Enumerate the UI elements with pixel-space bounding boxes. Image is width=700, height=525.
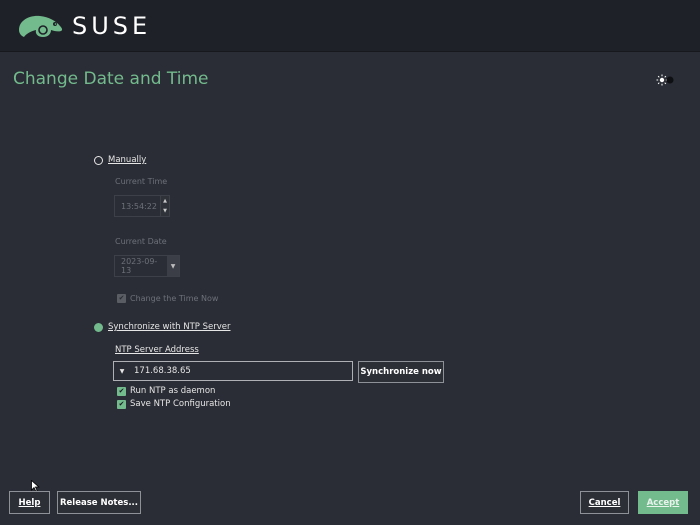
help-button-label: Help bbox=[18, 497, 41, 508]
ntp-radio-indicator[interactable] bbox=[94, 322, 103, 332]
suse-logo: SUSE bbox=[16, 12, 151, 40]
time-spin-buttons[interactable]: ▲ ▼ bbox=[160, 196, 169, 216]
spin-up-icon[interactable]: ▲ bbox=[161, 196, 169, 206]
manual-radio[interactable]: Manually bbox=[94, 155, 146, 165]
help-button[interactable]: Help bbox=[9, 491, 50, 514]
synchronize-now-button[interactable]: Synchronize now bbox=[358, 361, 444, 383]
change-time-now-label: Change the Time Now bbox=[130, 294, 219, 303]
current-time-stepper[interactable]: 13:54:22 ▲ ▼ bbox=[114, 195, 170, 217]
date-dropdown-icon[interactable]: ▼ bbox=[167, 256, 179, 276]
ntp-server-combobox[interactable]: ▼ 171.68.38.65 bbox=[113, 361, 353, 381]
manual-radio-indicator[interactable] bbox=[94, 155, 103, 165]
theme-toggle[interactable] bbox=[656, 74, 674, 86]
chameleon-logo-icon bbox=[19, 15, 63, 37]
current-date-field[interactable]: 2023-09-13 ▼ bbox=[114, 255, 180, 277]
manual-radio-label: Manually bbox=[108, 155, 147, 165]
run-ntp-daemon-label: Run NTP as daemon bbox=[130, 386, 216, 396]
brand-name: SUSE bbox=[72, 12, 152, 40]
current-date-value[interactable]: 2023-09-13 bbox=[115, 257, 167, 275]
page-title: Change Date and Time bbox=[13, 69, 209, 89]
change-time-now-checkbox[interactable]: ✔ Change the Time Now bbox=[117, 294, 218, 303]
top-bar: SUSE bbox=[0, 0, 700, 52]
ntp-radio[interactable]: Synchronize with NTP Server bbox=[94, 322, 231, 332]
run-ntp-daemon-checkbox[interactable]: ✔ Run NTP as daemon bbox=[117, 386, 215, 396]
save-ntp-config-checkbox[interactable]: ✔ Save NTP Configuration bbox=[117, 399, 231, 409]
accept-button-label: Accept bbox=[646, 497, 680, 508]
dropdown-arrow-icon[interactable]: ▼ bbox=[114, 368, 130, 375]
current-time-label: Current Time bbox=[115, 177, 168, 186]
ntp-radio-label: Synchronize with NTP Server bbox=[108, 322, 231, 332]
ntp-server-label: NTP Server Address bbox=[115, 345, 199, 355]
spin-down-icon[interactable]: ▼ bbox=[161, 206, 169, 216]
save-ntp-config-label: Save NTP Configuration bbox=[130, 399, 231, 409]
checkbox-check-icon[interactable]: ✔ bbox=[117, 399, 126, 409]
cancel-button[interactable]: Cancel bbox=[580, 491, 629, 514]
checkbox-check-icon[interactable]: ✔ bbox=[117, 294, 126, 303]
release-notes-button[interactable]: Release Notes... bbox=[57, 491, 141, 514]
ntp-server-value[interactable]: 171.68.38.65 bbox=[130, 366, 191, 376]
cancel-button-label: Cancel bbox=[588, 497, 621, 508]
current-time-value[interactable]: 13:54:22 bbox=[115, 202, 160, 211]
accept-button[interactable]: Accept bbox=[638, 491, 688, 514]
checkbox-check-icon[interactable]: ✔ bbox=[117, 386, 126, 396]
sun-icon bbox=[656, 74, 674, 86]
current-date-label: Current Date bbox=[115, 237, 167, 246]
